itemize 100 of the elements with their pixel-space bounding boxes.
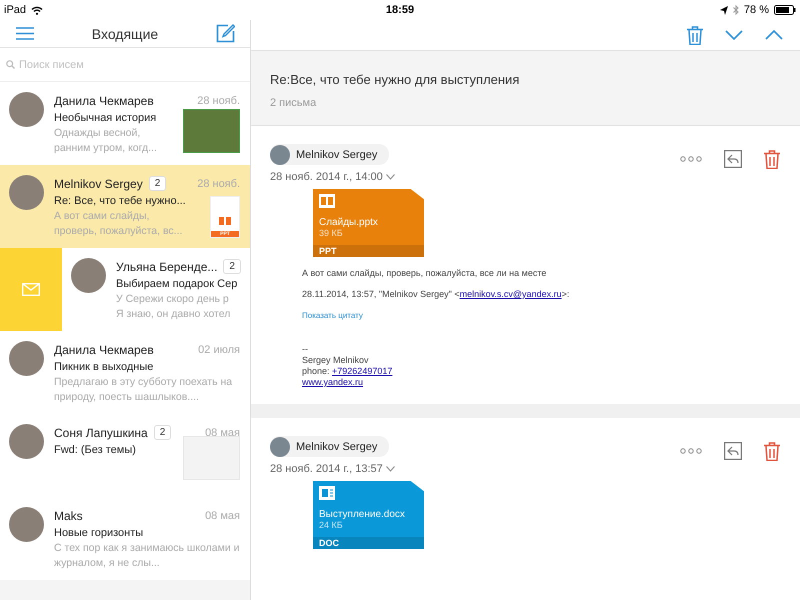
delete-button[interactable] [764,442,780,460]
chevron-down-icon [725,30,743,40]
message-count: 2 [154,425,172,440]
signature-separator: -- [302,344,309,355]
message-subject: Необычная история [54,112,158,124]
avatar [9,341,44,376]
message-item[interactable]: Данила Чекмарев 02 июля Пикник в выходные Предлагаю в эту субботу поехать на природу, поесть шашлыков.... [0,331,250,414]
quote-header: 28.11.2014, 13:57, "Melnikov Sergey" <melnikov.s.cv@yandex.ru>: [302,289,570,299]
reply-icon [724,150,742,168]
reply-button[interactable] [724,442,742,460]
attachment-card[interactable]: Выступление.docx 24 КБ DOC [313,481,424,549]
message-item[interactable]: Maks 08 мая Новые горизонты С тех пор как я занимаюсь школами и журналом, я не слы... [0,497,250,580]
chevron-up-icon [765,30,783,40]
sender-chip[interactable]: Melnikov Sergey [270,144,390,165]
message-item[interactable]: Данила Чекмарев 28 нояб. Необычная история Однажды весной, ранним утром, когд... [0,82,250,165]
compose-icon [216,24,235,43]
location-arrow-icon [720,6,728,14]
file-type-label: DOC [313,537,424,549]
file-size: 39 КБ [318,228,344,238]
message-date: 28 нояб. [197,178,240,190]
avatar [270,436,290,456]
sender-name: Данила Чекмарев [54,94,154,108]
message-preview: Однажды весной, ранним утром, когд... [54,126,158,156]
clock: 18:59 [386,4,414,16]
message-subject: Выбираем подарок Сер [116,278,238,290]
attachment-card[interactable]: Слайды.pptx 39 КБ PPT [313,189,424,257]
inbox-title: Входящие [92,26,158,42]
message-subject: Новые горизонты [54,527,144,539]
trash-icon [764,150,780,168]
chevron-down-icon[interactable] [386,174,395,180]
thread-subject: Re:Все, что тебе нужно для выступления [270,72,520,87]
previous-message-button[interactable] [765,30,783,40]
message-preview: С тех пор как я занимаюсь школами и журналом, я не слы... [54,541,240,571]
reply-icon [724,442,742,460]
letter-count: 2 письма [270,97,318,109]
wifi-icon [31,6,44,14]
battery-icon [774,5,796,15]
document-logo-icon [319,486,335,500]
file-type-label: PPT [313,245,424,257]
slides-logo-icon [217,214,233,228]
avatar [9,175,44,210]
message-count: 2 [148,176,166,191]
message-subject: Fwd: (Без темы) [54,444,137,456]
letter-date: 28 нояб. 2014 г., 13:57 [270,463,383,475]
email-link[interactable]: melnikov.s.cv@yandex.ru [460,289,562,299]
message-preview: У Сережи скоро день р Я знаю, он давно хотел [116,292,232,322]
sender-name: Ульяна Беренде... [116,260,218,274]
document-preview [183,436,240,480]
sender-chip[interactable]: Melnikov Sergey [270,436,390,457]
sender-name: Данила Чекмарев [54,342,154,356]
sender-name: Melnikov Sergey [296,440,378,452]
message-preview: Предлагаю в эту субботу поехать на природу, поесть шашлыков.... [54,375,234,405]
message-date: 08 мая [205,510,240,522]
message-preview: А вот сами слайды, проверь, пожалуйста, вс... [54,209,184,239]
device-name: iPad [4,4,26,16]
compose-button[interactable] [216,24,235,43]
battery-percentage: 78 % [744,4,769,16]
avatar [9,507,44,542]
letter-text: А вот сами слайды, проверь, пожалуйста, все ли на месте [302,268,548,278]
message-item[interactable]: Ульяна Беренде... 2 Выбираем подарок Сер У Сережи скоро день р Я знаю, он давно хотел [0,248,250,331]
file-name: Слайды.pptx [318,217,379,228]
sender-name: Melnikov Sergey [296,148,378,160]
phone-link[interactable]: +79262497017 [332,366,392,376]
file-size: 24 КБ [318,520,344,530]
signature-name: Sergey Melnikov [302,355,370,366]
message-date: 28 нояб. [197,94,240,106]
avatar [71,258,106,293]
message-item[interactable]: Соня Лапушкина 2 08 мая Fwd: (Без темы) [0,414,250,497]
file-name: Выступление.docx [318,509,406,520]
message-subject: Пикник в выходные [54,361,154,373]
next-message-button[interactable] [725,30,743,40]
sender-name: Соня Лапушкина [54,426,148,440]
trash-icon [687,26,703,44]
chevron-down-icon[interactable] [386,466,395,472]
avatar [9,424,44,459]
avatar [9,92,44,127]
website-link[interactable]: www.yandex.ru [302,377,364,387]
sender-name: Maks [54,508,83,522]
letter-date: 28 нояб. 2014 г., 14:00 [270,171,383,183]
envelope-icon [22,283,40,296]
more-icon [680,448,702,454]
bluetooth-icon [732,5,739,15]
show-quote-link[interactable]: Показать цитату [302,311,363,320]
menu-icon [16,27,34,40]
message-date: 08 мая [205,426,240,438]
message-count: 2 [223,259,241,274]
avatar [270,144,290,164]
delete-button[interactable] [687,26,703,44]
search-field[interactable]: Поиск писем [0,48,250,82]
menu-button[interactable] [16,27,34,40]
delete-button[interactable] [764,150,780,168]
message-subject: Re: Все, что тебе нужно... [54,195,187,207]
sender-name: Melnikov Sergey [54,176,143,190]
more-button[interactable] [680,448,702,454]
more-button[interactable] [680,156,702,162]
trash-icon [764,442,780,460]
phone-label: phone: [302,366,331,376]
slides-logo-icon [319,194,335,208]
photo-placeholder [183,109,240,153]
reply-button[interactable] [724,150,742,168]
